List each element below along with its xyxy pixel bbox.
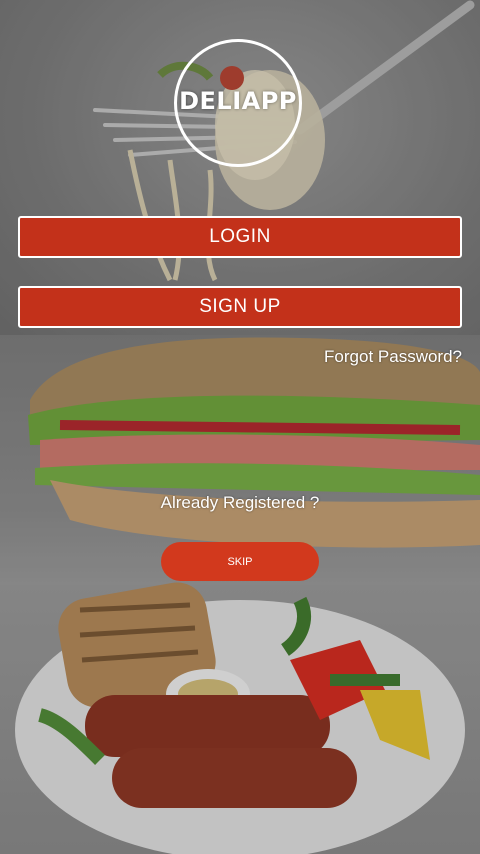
app-logo: DELIAPP: [174, 39, 302, 167]
skip-button[interactable]: SKIP: [161, 542, 319, 581]
login-screen: DELIAPP LOGIN SIGN UP Forgot Password? A…: [0, 0, 480, 854]
signup-button[interactable]: SIGN UP: [18, 286, 462, 328]
already-registered-link[interactable]: Already Registered ?: [0, 493, 480, 513]
forgot-password-link[interactable]: Forgot Password?: [324, 347, 462, 367]
login-button[interactable]: LOGIN: [18, 216, 462, 258]
app-logo-text: DELIAPP: [179, 87, 297, 115]
